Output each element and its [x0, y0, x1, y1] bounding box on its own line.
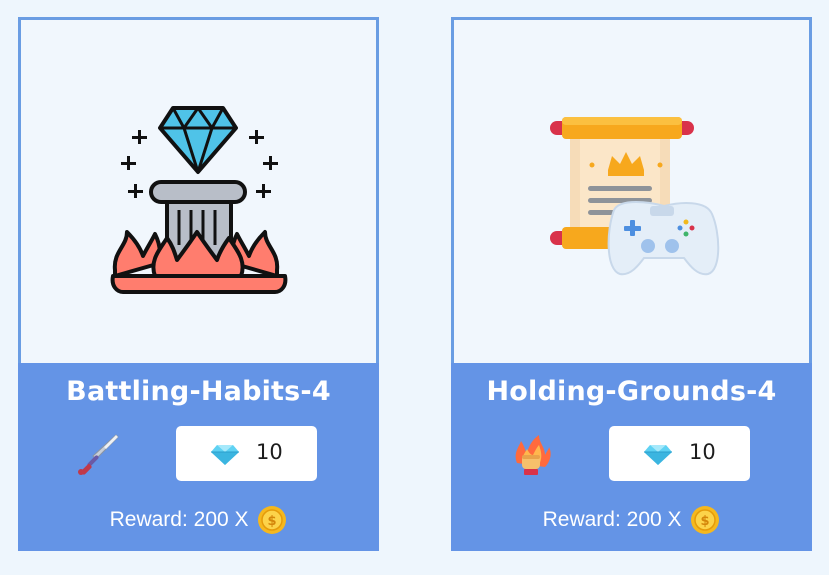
quest-card-holding-grounds[interactable]: Holding-Grounds-4 10 Reward: 200 X $ [451, 17, 812, 551]
fire-fist-icon [515, 435, 551, 475]
card-image [18, 17, 379, 365]
card-footer: Holding-Grounds-4 10 Reward: 200 X $ [451, 363, 812, 551]
diamond-icon [644, 445, 672, 465]
card-image [451, 17, 812, 365]
reward-label: Reward: 200 X [542, 508, 682, 531]
cost-value: 10 [689, 440, 716, 464]
coin-icon: $ [258, 506, 287, 534]
diamond-icon [211, 445, 239, 465]
cost-box[interactable]: 10 [609, 426, 750, 481]
reward-label: Reward: 200 X [109, 508, 249, 531]
cost-box[interactable]: 10 [176, 426, 317, 481]
scroll-gamepad-icon [550, 117, 720, 276]
reward-text: Reward: 200 X $ [451, 505, 812, 535]
card-title: Battling-Habits-4 [66, 376, 331, 407]
card-title: Holding-Grounds-4 [486, 376, 777, 407]
svg-text:$: $ [268, 514, 277, 529]
cost-value: 10 [256, 440, 283, 464]
sword-icon [78, 434, 119, 475]
coin-icon: $ [691, 506, 720, 534]
card-footer: Battling-Habits-4 10 Reward: 200 X $ [18, 363, 379, 551]
svg-text:$: $ [701, 514, 710, 529]
reward-text: Reward: 200 X $ [18, 505, 379, 535]
quest-card-battling-habits[interactable]: Battling-Habits-4 10 Reward: 200 X $ [18, 17, 379, 551]
diamond-pillar-fire-icon [110, 106, 288, 294]
